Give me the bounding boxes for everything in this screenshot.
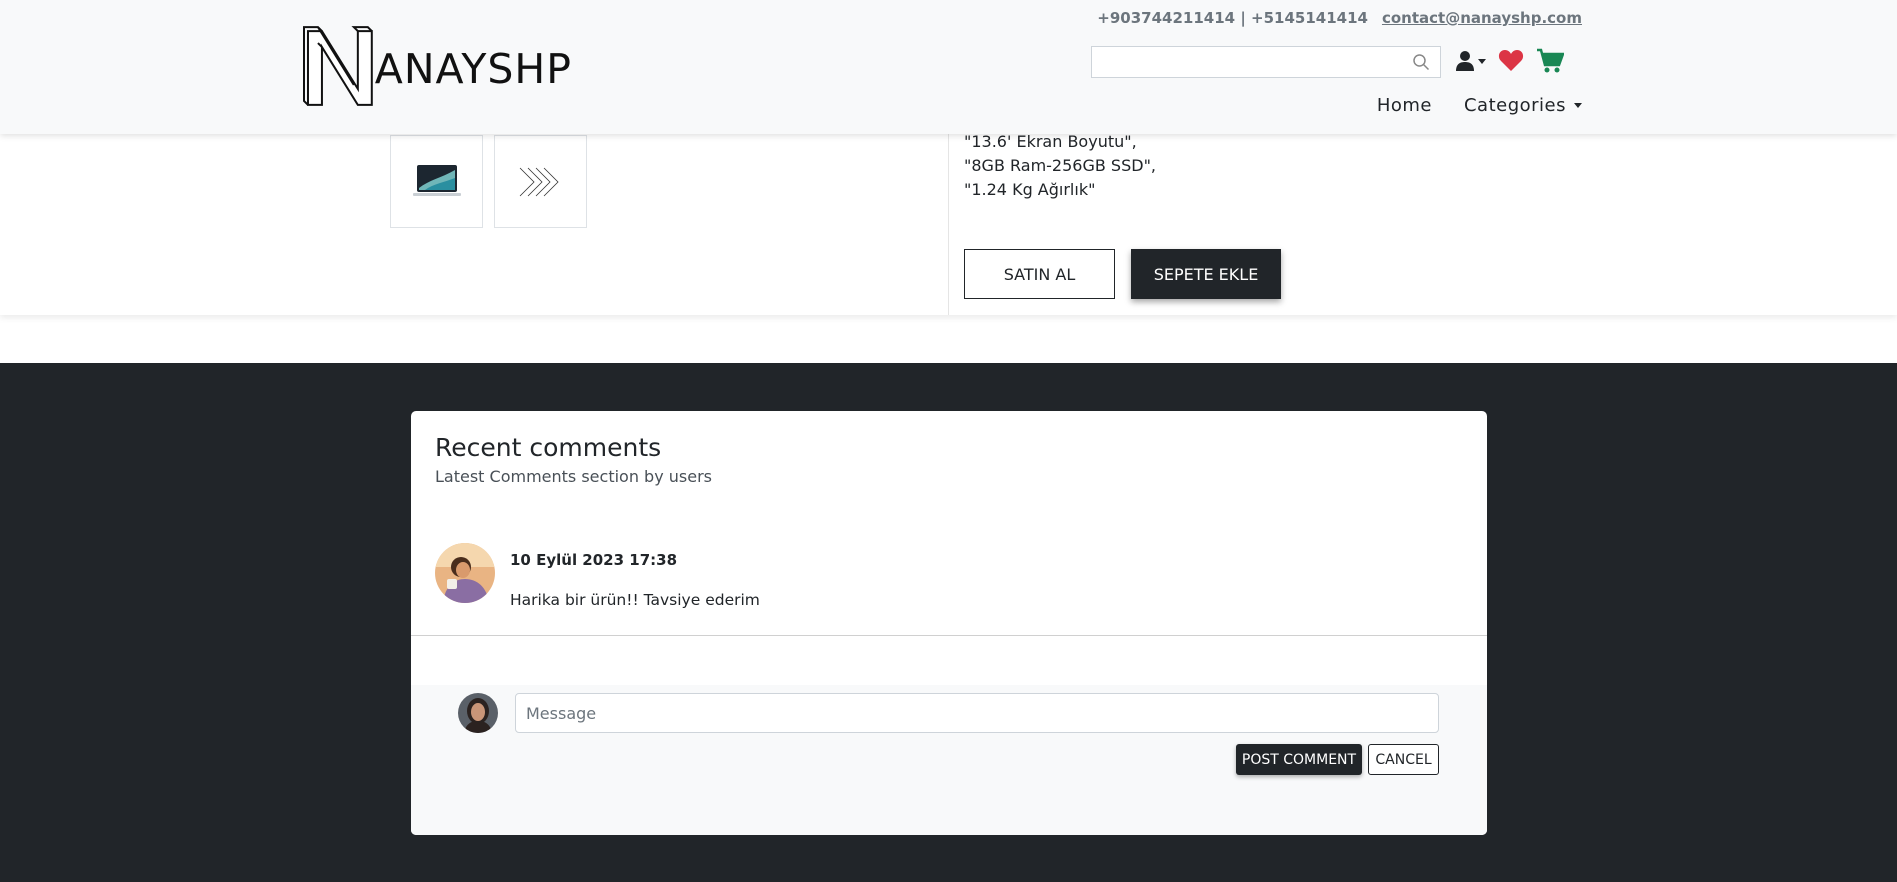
post-comment-button[interactable]: POST COMMENT bbox=[1236, 744, 1362, 775]
chevron-down-icon bbox=[1574, 103, 1582, 108]
column-divider bbox=[948, 134, 949, 315]
heart-icon[interactable] bbox=[1498, 49, 1524, 73]
add-to-cart-button[interactable]: SEPETE EKLE bbox=[1131, 249, 1281, 299]
site-header: ANAYSHP +903744211414 | +5145141414 cont… bbox=[0, 0, 1897, 134]
comment-text: Harika bir ürün!! Tavsiye ederim bbox=[510, 591, 760, 609]
current-user-photo bbox=[458, 693, 498, 733]
logo-text: ANAYSHP bbox=[374, 45, 572, 93]
comments-section: Recent comments Latest Comments section … bbox=[0, 363, 1897, 882]
comments-title: Recent comments bbox=[435, 433, 662, 462]
buy-button[interactable]: SATIN AL bbox=[964, 249, 1115, 299]
cancel-button[interactable]: CANCEL bbox=[1368, 744, 1439, 775]
divider bbox=[411, 635, 1487, 636]
nav-home[interactable]: Home bbox=[1377, 95, 1432, 116]
chevrons-right-icon bbox=[519, 167, 559, 196]
avatar bbox=[435, 543, 495, 603]
email-link[interactable]: contact@nanayshp.com bbox=[1382, 9, 1582, 27]
cart-icon[interactable] bbox=[1536, 48, 1564, 74]
header-icons bbox=[1455, 48, 1564, 74]
chevron-down-icon bbox=[1478, 58, 1486, 64]
comment-composer: POST COMMENT CANCEL bbox=[411, 685, 1487, 835]
spec-line: "1.24 Kg Ağırlık" bbox=[964, 180, 1096, 199]
search-box bbox=[1091, 46, 1441, 78]
search-icon[interactable] bbox=[1412, 53, 1430, 71]
commenter-photo bbox=[435, 543, 495, 603]
comment-date: 10 Eylül 2023 17:38 bbox=[510, 551, 678, 569]
message-field bbox=[515, 693, 1439, 733]
contact-info: +903744211414 | +5145141414 contact@nana… bbox=[1097, 9, 1582, 27]
user-menu-button[interactable] bbox=[1455, 50, 1486, 72]
main-nav: Home Categories bbox=[1377, 95, 1582, 116]
phone-numbers: +903744211414 | +5145141414 bbox=[1097, 9, 1368, 27]
nav-categories[interactable]: Categories bbox=[1464, 95, 1582, 116]
product-section: "13.6' Ekran Boyutu", "8GB Ram-256GB SSD… bbox=[0, 132, 1897, 315]
spec-line: "8GB Ram-256GB SSD", bbox=[964, 156, 1157, 175]
comments-card: Recent comments Latest Comments section … bbox=[411, 411, 1487, 835]
logo-n-icon bbox=[302, 26, 373, 106]
product-thumbnail[interactable] bbox=[390, 135, 483, 228]
search-input[interactable] bbox=[1092, 47, 1392, 77]
comments-subtitle: Latest Comments section by users bbox=[435, 467, 712, 486]
product-specs: "13.6' Ekran Boyutu", "8GB Ram-256GB SSD… bbox=[964, 130, 1156, 202]
laptop-image bbox=[412, 164, 461, 196]
nav-categories-label: Categories bbox=[1463, 95, 1566, 116]
user-icon bbox=[1456, 51, 1474, 71]
message-input[interactable] bbox=[516, 694, 1438, 732]
next-image-button[interactable] bbox=[494, 135, 587, 228]
avatar bbox=[458, 693, 498, 733]
brand-logo[interactable]: ANAYSHP bbox=[302, 24, 572, 110]
